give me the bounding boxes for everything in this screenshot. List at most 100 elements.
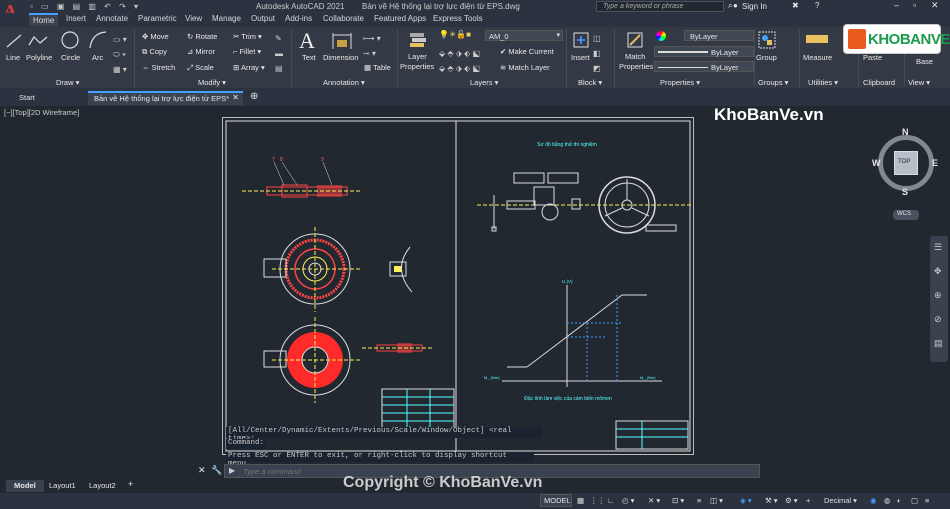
tab-parametric[interactable]: Parametric [138,14,177,23]
new-tab-icon[interactable]: ⊕ [250,91,258,102]
steering-icon[interactable]: ▤ [934,338,943,349]
measure-icon[interactable] [806,35,828,43]
annotation-scale-icon[interactable]: ⚒ ▾ [765,496,778,505]
match-layer-button[interactable]: ≋ Match Layer [500,63,550,72]
layout-tab-layout2[interactable]: Layout2 [89,481,116,490]
compass-east[interactable]: E [932,158,938,168]
mirror-button[interactable]: ⊿ Mirror [187,47,215,56]
layout-tab-layout1[interactable]: Layout1 [49,481,76,490]
stretch-button[interactable]: ⇔ Stretch [142,63,175,72]
match-properties-label1[interactable]: Match [625,52,645,61]
viewcube[interactable]: TOP N S E W [872,127,938,202]
table-button[interactable]: ▦ Table [364,63,391,72]
polyline-button[interactable]: Polyline [26,53,52,62]
tab-output[interactable]: Output [251,14,275,23]
insert-button[interactable]: Insert [571,53,590,62]
tab-view[interactable]: View [185,14,202,23]
customization-icon[interactable]: ≡ [925,496,929,505]
array-button[interactable]: ⊞ Array ▾ [233,63,265,72]
grid-icon[interactable]: ▦ [577,496,584,505]
close-icon[interactable]: ✕ [931,0,939,11]
clipboard-panel-label[interactable]: Clipboard [863,78,895,87]
move-button[interactable]: ✥ Move [142,32,169,41]
tab-featured-apps[interactable]: Featured Apps [374,14,426,23]
rotate-button[interactable]: ↻ Rotate [187,32,217,41]
text-button[interactable]: Text [302,53,316,62]
color-dropdown[interactable]: ByLayer [684,30,754,41]
utilities-panel-label[interactable]: Utilities ▾ [808,78,838,87]
dimension-button[interactable]: Dimension [323,53,358,62]
quick-access-toolbar[interactable]: ▫ ▭ ▣ ▤ ▥ ↶ ↷ ▾ [30,2,170,11]
tab-insert[interactable]: Insert [66,14,86,23]
search-box[interactable]: Type a keyword or phrase [596,1,724,12]
selection-cycling-icon[interactable]: ◈ ▾ [740,496,752,505]
group-button[interactable]: Group [756,53,777,62]
draw-panel-label[interactable]: Draw ▾ [56,78,79,87]
layer-dropdown[interactable]: AM_0 ▾ [485,30,563,41]
tab-add-ins[interactable]: Add-ins [285,14,312,23]
command-line-close-icon[interactable]: ✕ [198,465,206,476]
tab-annotate[interactable]: Annotate [96,14,128,23]
transparency-icon[interactable]: ◫ ▾ [710,496,723,505]
lineweight-toggle-icon[interactable]: ≡ [697,496,701,505]
snap-icon[interactable]: ⋮⋮ [590,496,605,505]
isodraft-icon[interactable]: ✕ ▾ [648,496,660,505]
line-button[interactable]: Line [6,53,20,62]
wcs-menu[interactable]: WCS [893,210,919,220]
layer-properties-icon[interactable] [408,30,428,50]
model-space-button[interactable]: MODEL [540,494,572,507]
draw-tools-icon[interactable]: ▭ ▾ ⬭ ▾ ▦ ▾ [113,32,127,77]
color-wheel-icon[interactable] [656,31,666,41]
measure-button[interactable]: Measure [803,53,832,62]
navigation-bar[interactable]: ☰ ✥ ⊕ ⊘ ▤ [930,236,948,362]
help-icon[interactable]: ? [815,1,819,10]
ortho-icon[interactable]: ∟ [607,496,614,505]
isolate-icon[interactable]: ◍ [884,496,891,505]
modify-panel-label[interactable]: Modify ▾ [198,78,226,87]
group-icon[interactable] [758,31,776,49]
start-tab[interactable]: Start [14,92,84,104]
tab-manage[interactable]: Manage [212,14,241,23]
quick-properties-icon[interactable]: ◉ [870,496,877,505]
groups-panel-label[interactable]: Groups ▾ [758,78,788,87]
annotation-monitor-icon[interactable]: + [806,496,810,505]
add-layout-icon[interactable]: + [128,479,133,489]
match-properties-label2[interactable]: Properties [619,62,653,71]
block-tool-icons[interactable]: ◫ ◧ ◩ [593,31,601,76]
make-current-button[interactable]: ✔ Make Current [500,47,554,56]
minimize-icon[interactable]: – [894,0,899,10]
restore-icon[interactable]: ▫ [913,0,916,10]
arc-button[interactable]: Arc [92,53,103,62]
layer-properties-label1[interactable]: Layer [408,52,427,61]
circle-button[interactable]: Circle [61,53,80,62]
layer-properties-label2[interactable]: Properties [400,62,434,71]
properties-panel-label[interactable]: Properties ▾ [660,78,700,87]
tab-collaborate[interactable]: Collaborate [323,14,364,23]
match-properties-icon[interactable] [625,30,645,50]
compass-west[interactable]: W [872,158,881,168]
hardware-accel-icon[interactable]: ◐ [897,496,902,505]
viewport-controls-label[interactable]: [−][Top][2D Wireframe] [4,108,79,117]
layer-state-icons[interactable]: 💡☀🔓■ [439,30,471,39]
dimension-icon[interactable] [331,31,353,51]
paste-button[interactable]: Paste [863,53,882,62]
compass-north[interactable]: N [902,127,909,137]
units-dropdown[interactable]: Decimal ▾ [824,496,857,505]
search-icon[interactable]: ⌕ [728,1,732,11]
polar-icon[interactable]: ◴ ▾ [622,496,634,505]
tab-express-tools[interactable]: Express Tools [433,14,483,23]
user-icon[interactable]: ● [733,1,738,10]
trim-button[interactable]: ✂ Trim ▾ [233,32,262,41]
pan-icon[interactable]: ☰ [934,242,942,253]
fillet-button[interactable]: ⌐ Fillet ▾ [233,47,261,56]
scale-button[interactable]: ⤢ Scale [187,63,214,73]
base-button[interactable]: Base [916,57,933,66]
osnap-icon[interactable]: ⊡ ▾ [672,496,684,505]
polyline-icon[interactable] [28,33,48,49]
leader-icon[interactable]: ⟼ ▾ ⊸ ▾ [363,31,381,61]
tab-home[interactable]: Home [29,13,59,26]
drawing-tab[interactable]: Bản vẽ Hệ thống lại trợ lực điện từ EPS*… [88,91,243,105]
line-icon[interactable] [6,33,22,49]
compass-south[interactable]: S [902,187,908,197]
workspace-gear-icon[interactable]: ⚙ ▾ [785,496,798,505]
